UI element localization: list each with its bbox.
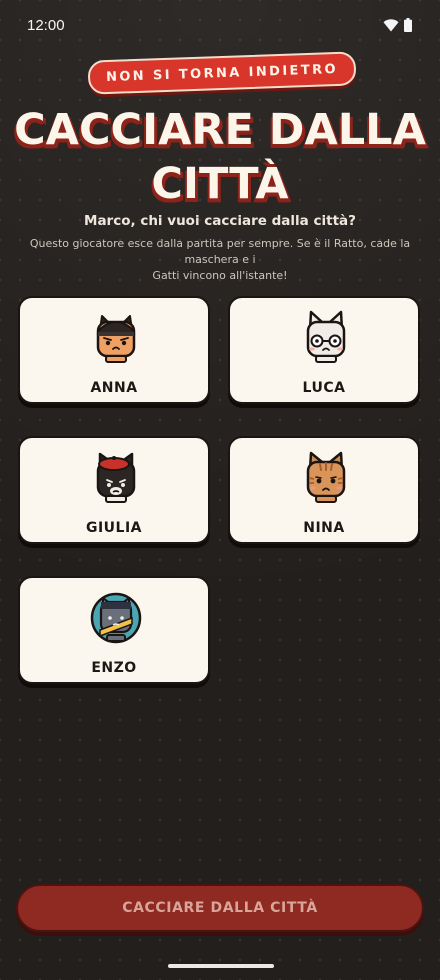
page-title-line-2: CITTÀ bbox=[151, 159, 289, 209]
player-card-luca[interactable]: LUCA bbox=[228, 296, 420, 404]
system-icons bbox=[383, 18, 412, 32]
player-card-enzo[interactable]: ENZO bbox=[18, 576, 210, 684]
player-card-anna[interactable]: ANNA bbox=[18, 296, 210, 404]
player-name: ENZO bbox=[91, 660, 137, 676]
gray-cat-with-banner-avatar bbox=[90, 592, 142, 644]
status-time: 12:00 bbox=[27, 17, 65, 34]
battery-icon bbox=[404, 18, 412, 32]
home-indicator[interactable] bbox=[168, 964, 274, 968]
player-card-giulia[interactable]: GIULIA bbox=[18, 436, 210, 544]
explanation-line-2: Gatti vincono all'istante! bbox=[152, 269, 288, 282]
player-name: ANNA bbox=[90, 380, 138, 396]
orange-tabby-cat-avatar bbox=[306, 451, 346, 503]
wifi-icon bbox=[383, 18, 399, 31]
player-name: GIULIA bbox=[85, 520, 143, 536]
page-title-line-1: CACCIARE DALLA bbox=[14, 105, 426, 155]
status-bar: 12:00 bbox=[0, 0, 440, 48]
white-cat-with-glasses-avatar bbox=[306, 310, 346, 363]
player-name: LUCA bbox=[302, 380, 346, 396]
explanation-text: Questo giocatore esce dalla partita per … bbox=[14, 236, 426, 284]
banish-button-label: CACCIARE DALLA CITTÀ bbox=[122, 900, 318, 916]
black-cat-with-red-beret-avatar bbox=[96, 452, 136, 503]
player-card-nina[interactable]: NINA bbox=[228, 436, 420, 544]
black-cat-with-cap-avatar bbox=[96, 315, 136, 363]
warning-badge: NON SI TORNA INDIETRO bbox=[87, 51, 357, 95]
banish-button[interactable]: CACCIARE DALLA CITTÀ bbox=[16, 884, 424, 932]
page-title: CACCIARE DALLA CITTÀ bbox=[0, 103, 440, 211]
question-text: Marco, chi vuoi cacciare dalla città? bbox=[84, 213, 356, 229]
explanation-line-1: Questo giocatore esce dalla partita per … bbox=[29, 237, 411, 266]
warning-badge-label: NON SI TORNA INDIETRO bbox=[105, 61, 339, 85]
player-name: NINA bbox=[303, 520, 345, 536]
